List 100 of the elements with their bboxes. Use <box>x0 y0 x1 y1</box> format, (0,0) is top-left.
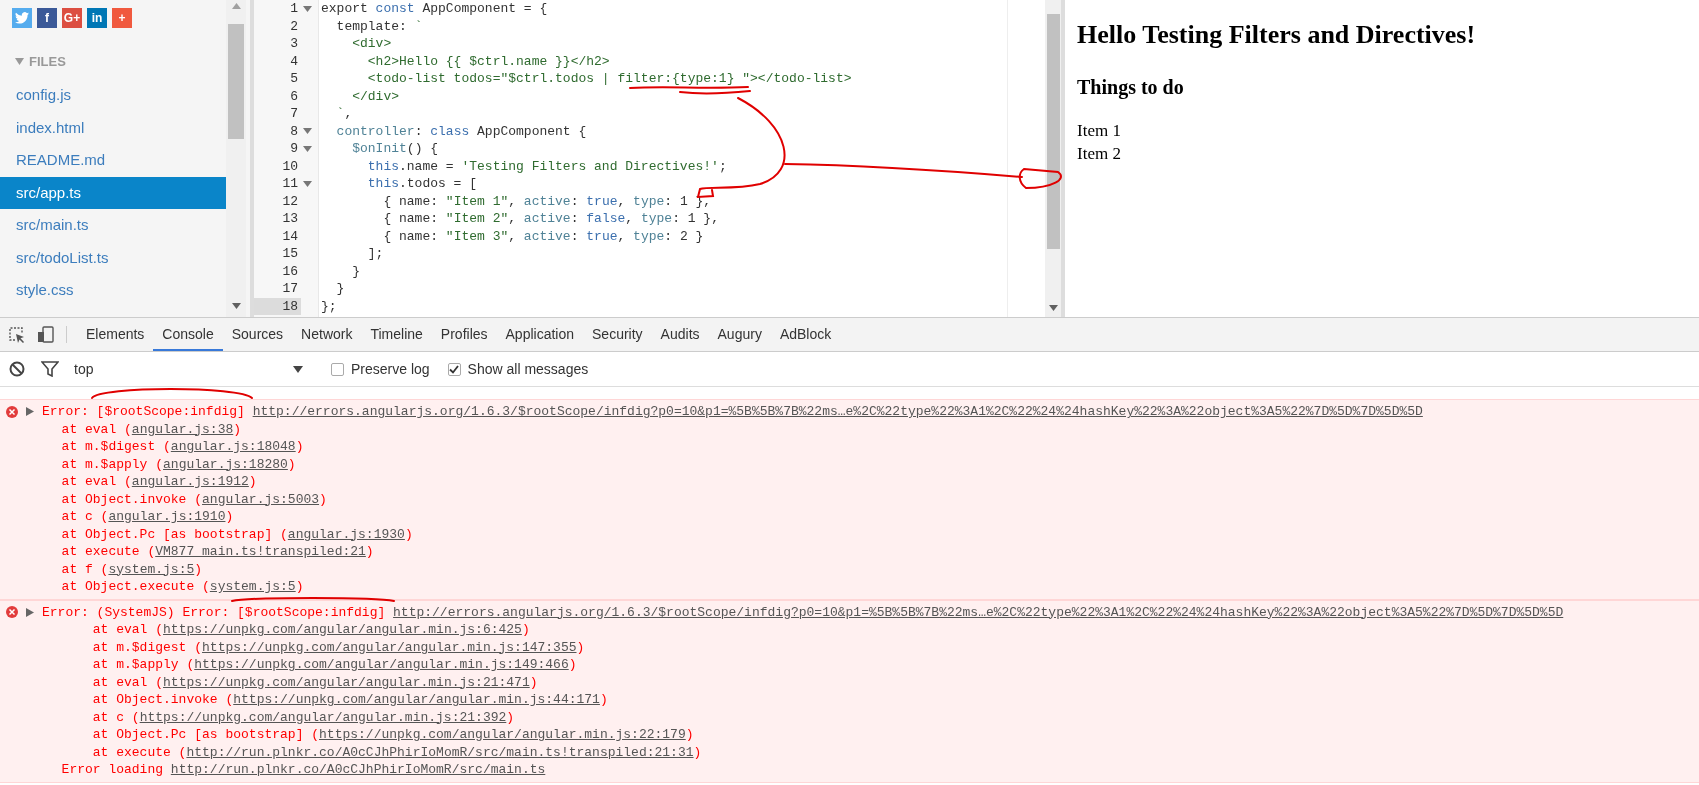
file-item[interactable]: src/app.ts <box>0 176 226 209</box>
fold-arrow-icon[interactable] <box>303 180 312 187</box>
file-item[interactable]: config.js <box>0 79 226 112</box>
code-line: `, <box>335 105 353 123</box>
stack-line: at execute (VM877 main.ts!transpiled:21) <box>60 543 375 561</box>
scroll-up-icon[interactable] <box>231 3 241 9</box>
devtools-tab[interactable]: Timeline <box>361 318 432 351</box>
file-item[interactable]: index.html <box>0 111 226 144</box>
source-link[interactable]: http://run.plnkr.co/A0cCJhPhirIoMomR/src/main.ts <box>170 762 546 777</box>
stack-line: at m.$digest (angular.js:18048) <box>60 438 305 456</box>
stack-line: Error loading http://run.plnkr.co/A0cCJhPhirIoMomR/src/main.ts <box>60 761 547 779</box>
source-link[interactable]: https://unpkg.com/angular/angular.min.js:21:471 <box>163 674 530 690</box>
error-link[interactable]: http://errors.angularjs.org/1.6.3/$rootScope/infdig?p0=10&p1=%5B%5B%7B%22ms…e%2C%22type%22%3A1%2C%22%24%24hashKey%22%3A%22object%3A5%22%7D%5D%7D%5D%5D <box>252 404 1423 419</box>
line-number: 2 <box>289 17 299 35</box>
file-item[interactable]: src/todoList.ts <box>0 241 226 274</box>
devtools-tab[interactable]: Console <box>153 318 223 351</box>
source-link[interactable]: https://unpkg.com/angular/angular.min.js:44:171 <box>233 692 600 707</box>
clear-icon[interactable] <box>9 361 25 377</box>
file-item[interactable]: README.md <box>0 144 226 177</box>
code-line: } <box>351 262 360 280</box>
line-number: 16 <box>281 262 299 280</box>
expand-triangle-icon[interactable] <box>26 407 34 417</box>
todo-item: Item 2 <box>1077 143 1122 165</box>
checkbox[interactable] <box>331 362 344 376</box>
code-line: } <box>335 280 345 298</box>
error-message: Error: (SystemJS) Error: [$rootScope:infdig] http://errors.angularjs.org/1.6.3/$rootScope/infdig?p0=10&p1=%5B%5B%7B%22ms…e%2C%22type%22%3A1%2C%22%24%24hashKey%22%3A%22object%3A5%22%7D%5D%7D%5D%5D <box>42 603 1564 621</box>
share-button[interactable]: G+ <box>62 8 82 28</box>
source-link[interactable]: https://unpkg.com/angular/angular.min.js:22:179 <box>319 727 686 742</box>
error-icon <box>6 606 18 619</box>
file-item[interactable]: src/main.ts <box>0 209 226 242</box>
scrollbar[interactable] <box>226 0 246 317</box>
code-line: this.name = 'Testing Filters and Directives!'; <box>366 157 727 175</box>
line-number: 12 <box>281 192 299 210</box>
error-icon <box>6 405 18 418</box>
source-link[interactable]: https://unpkg.com/angular/angular.min.js:6:425 <box>163 622 522 637</box>
device-icon[interactable] <box>37 326 54 343</box>
devtools-tab[interactable]: Application <box>496 318 584 351</box>
source-link[interactable]: https://unpkg.com/angular/angular.min.js:21:392 <box>139 709 507 725</box>
source-link[interactable]: angular.js:1910 <box>108 509 226 524</box>
line-number: 13 <box>281 210 299 228</box>
devtools-tab[interactable]: Audits <box>651 318 709 351</box>
stack-line: at execute (http://run.plnkr.co/A0cCJhPhirIoMomR/src/main.ts!transpiled:21:31) <box>91 743 703 761</box>
scroll-down-icon[interactable] <box>1048 305 1058 311</box>
files-heading: FILES <box>29 54 66 69</box>
source-link[interactable]: angular.js:1930 <box>287 526 405 542</box>
stack-line: at m.$digest (https://unpkg.com/angular/angular.min.js:147:355) <box>91 638 586 656</box>
collapse-triangle-icon[interactable] <box>15 58 24 65</box>
source-link[interactable]: https://unpkg.com/angular/angular.min.js:149:466 <box>194 657 569 672</box>
code-line: }; <box>320 297 337 315</box>
devtools-tab[interactable]: Elements <box>77 318 154 351</box>
source-link[interactable]: angular.js:5003 <box>202 491 320 507</box>
source-link[interactable]: angular.js:18280 <box>163 456 288 472</box>
source-link[interactable]: system.js:5 <box>108 561 195 577</box>
file-item[interactable]: style.css <box>0 274 226 307</box>
source-link[interactable]: VM877 main.ts!transpiled:21 <box>155 544 366 559</box>
code-line: { name: "Item 3", active: true, type: 2 } <box>382 227 704 245</box>
checkbox-label: Show all messages <box>467 361 589 377</box>
code-line: $onInit() { <box>351 140 439 158</box>
source-link[interactable]: https://unpkg.com/angular/angular.min.js:147:355 <box>202 639 577 655</box>
stack-line: at eval (angular.js:1912) <box>60 473 258 491</box>
devtools-tab[interactable]: Sources <box>222 318 293 351</box>
source-link[interactable]: angular.js:38 <box>131 421 234 437</box>
fold-arrow-icon[interactable] <box>303 128 312 135</box>
share-button[interactable]: f <box>37 8 57 28</box>
line-number: 3 <box>289 35 299 53</box>
devtools-tab[interactable]: Network <box>292 318 362 351</box>
source-link[interactable]: angular.js:18048 <box>170 439 296 454</box>
stack-line: at Object.invoke (https://unpkg.com/angular/angular.min.js:44:171) <box>91 691 609 709</box>
source-link[interactable]: http://run.plnkr.co/A0cCJhPhirIoMomR/src/main.ts!transpiled:21:31 <box>186 744 694 760</box>
devtools-tab[interactable]: Profiles <box>431 318 497 351</box>
context-dropdown[interactable]: top <box>74 361 309 377</box>
devtools-tab[interactable]: AdBlock <box>770 318 841 351</box>
scroll-down-icon[interactable] <box>231 303 241 309</box>
share-button[interactable] <box>12 8 32 28</box>
scrollbar[interactable] <box>1045 0 1061 317</box>
line-number: 1 <box>289 0 299 18</box>
checkbox[interactable] <box>447 362 461 376</box>
source-link[interactable]: angular.js:1912 <box>131 474 249 489</box>
line-number: 17 <box>281 280 299 298</box>
fold-arrow-icon[interactable] <box>303 145 312 152</box>
code-line: export const AppComponent = { <box>320 0 548 18</box>
line-number: 4 <box>289 52 299 70</box>
source-link[interactable]: system.js:5 <box>209 579 296 594</box>
bird-icon <box>15 12 29 24</box>
filter-icon[interactable] <box>41 361 59 377</box>
error-message: Error: [$rootScope:infdig] http://errors.angularjs.org/1.6.3/$rootScope/infdig?p0=10&p1=%5B%5B%7B%22ms…e%2C%22type%22%3A1%2C%22%24%24hashKey%22%3A%22object%3A5%22%7D%5D%7D%5D%5D <box>42 403 1423 421</box>
line-number: 10 <box>281 157 299 175</box>
share-button[interactable]: in <box>87 8 107 28</box>
stack-line: at eval (https://unpkg.com/angular/angular.min.js:6:425) <box>91 621 531 639</box>
fold-arrow-icon[interactable] <box>303 5 312 12</box>
expand-triangle-icon[interactable] <box>26 607 34 617</box>
devtools-tab[interactable]: Augury <box>708 318 771 351</box>
error-link[interactable]: http://errors.angularjs.org/1.6.3/$rootScope/infdig?p0=10&p1=%5B%5B%7B%22ms…e%2C%22type%22%3A1%2C%22%24%24hashKey%22%3A%22object%3A5%22%7D%5D%7D%5D%5D <box>393 604 1564 620</box>
inspect-icon[interactable] <box>8 326 25 343</box>
stack-line: at m.$apply (angular.js:18280) <box>60 455 297 473</box>
devtools-tab[interactable]: Security <box>583 318 652 351</box>
stack-line: at eval (angular.js:38) <box>60 420 243 438</box>
stack-line: at c (angular.js:1910) <box>60 508 235 526</box>
line-number: 11 <box>281 175 299 193</box>
code-line: <div> <box>351 35 392 53</box>
